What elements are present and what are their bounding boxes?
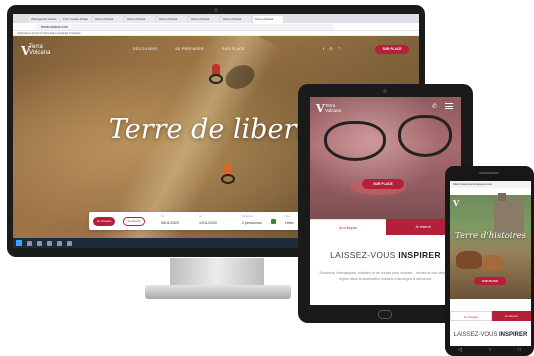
tab-reserve[interactable]: Je réserve — [491, 311, 531, 321]
sur-place-button[interactable]: SUR PLACE — [362, 179, 404, 189]
tablet-home-button[interactable] — [378, 310, 392, 319]
taskbar-app-icon[interactable] — [47, 240, 52, 246]
phone-hero: V Terre d'histoires SUR PLACE — [450, 193, 531, 299]
castle-shape — [494, 193, 524, 235]
tablet-logo-text: Terra Volcana — [325, 103, 341, 113]
inspire-button[interactable]: Je m'inspire — [93, 217, 115, 226]
instagram-icon[interactable]: ◎ — [329, 46, 333, 51]
field-value: 2 personnes — [242, 221, 262, 225]
tablet-hero: V Terra Volcana ✆ SUR PLACE — [310, 97, 461, 219]
site-logo[interactable]: V Terra Volcana — [21, 44, 61, 64]
phone-hero-title: Terre d'histoires — [455, 231, 526, 241]
tablet-screen: V Terra Volcana ✆ SUR PLACE Je m'inspire… — [310, 97, 461, 305]
tablet-camera — [383, 89, 387, 93]
logo-text: Volcana — [29, 50, 51, 56]
heading-bold: INSPIRER — [499, 332, 528, 338]
phone-screen: https://www.terravolcana.com V Terre d'h… — [450, 181, 531, 346]
field-label: Personnes — [242, 215, 254, 218]
section-heading: LAISSEZ-VOUS INSPIRER — [310, 250, 461, 260]
browser-tab[interactable]: Terra Volcana — [189, 16, 219, 23]
taskbar-app-icon[interactable] — [27, 240, 32, 246]
heading-light: LAISSEZ-VOUS — [453, 332, 499, 338]
back-icon[interactable]: ◁ — [458, 347, 462, 353]
field-label: Du — [161, 215, 165, 218]
browser-tab[interactable]: FUT Creatio Phala — [61, 16, 91, 23]
browser-address-bar: terravolcana.com — [13, 23, 419, 31]
home-icon[interactable]: ○ — [488, 347, 491, 353]
facebook-icon[interactable]: f — [323, 46, 324, 51]
tab-inspire[interactable]: Je m'inspire — [310, 219, 386, 235]
favorites-icon[interactable]: ♡ — [338, 46, 342, 51]
tablet-logo-mark[interactable]: V — [316, 102, 325, 115]
type-field[interactable]: Type Hôtel — [285, 215, 293, 225]
phone-nav-bar: ◁ ○ □ — [445, 347, 534, 353]
recents-icon[interactable]: □ — [518, 347, 521, 353]
browser-tab[interactable]: Terra Volcana — [221, 16, 251, 23]
nav-item-se-preparer[interactable]: SE PRÉPARER — [175, 47, 204, 51]
nav-item-sur-place[interactable]: SUR PLACE — [222, 47, 245, 51]
horse-shape — [482, 255, 504, 271]
phone-tabs: Je m'inspire Je réserve — [450, 311, 531, 321]
tablet-tabs: Je m'inspire Je réserve — [310, 219, 461, 235]
browser-tab-strip: Webagentur Saxos FUT Creatio Phala Terra… — [13, 14, 419, 23]
date-from-field[interactable]: Du 08/11/2020 — [161, 215, 179, 225]
reserve-button[interactable]: Je réserve — [123, 217, 145, 226]
glasses-shape — [398, 115, 452, 157]
glasses-shape — [324, 121, 386, 161]
section-paragraph: Sommets, thématiques, balades et de cont… — [319, 271, 452, 281]
horse-shape — [456, 251, 482, 269]
browser-tab[interactable]: Terra Volcana — [125, 16, 155, 23]
lodging-icon — [271, 219, 276, 224]
phone-section-heading: LAISSEZ-VOUS INSPIRER — [450, 332, 531, 338]
browser-tab[interactable]: Webagentur Saxos — [29, 16, 59, 23]
monitor-stand-base — [145, 285, 291, 299]
sur-place-button[interactable]: SUR PLACE — [375, 45, 409, 54]
logo-text: Volcana — [325, 108, 342, 113]
date-to-field[interactable]: Au 10/11/2020 — [199, 215, 217, 225]
phone-icon[interactable]: ✆ — [432, 103, 437, 110]
social-links: f ◎ ♡ — [323, 46, 341, 51]
nav-item-decouvrir[interactable]: DÉCOUVRIR — [133, 47, 157, 51]
main-nav: DÉCOUVRIR SE PRÉPARER SUR PLACE — [133, 47, 245, 51]
cyclist-figure — [209, 64, 223, 84]
tab-inspire[interactable]: Je m'inspire — [450, 311, 492, 321]
windows-start-icon[interactable] — [16, 240, 22, 246]
field-value: Hôtel — [285, 221, 294, 225]
heading-light: LAISSEZ-VOUS — [330, 250, 399, 260]
phone-url-bar[interactable]: https://www.terravolcana.com — [450, 181, 531, 188]
browser-tab[interactable]: Terra Volcana — [157, 16, 187, 23]
field-value: 10/11/2020 — [199, 221, 217, 225]
taskbar-app-icon[interactable] — [67, 240, 72, 246]
phone-device: https://www.terravolcana.com V Terre d'h… — [445, 166, 534, 356]
monitor-camera — [214, 8, 218, 12]
field-label: Type — [285, 215, 291, 218]
url-input[interactable]: terravolcana.com — [35, 24, 335, 30]
search-bar: Je m'inspire Je réserve Du 08/11/2020 Au… — [89, 212, 317, 230]
browser-tab-active[interactable]: Terra Volcana — [253, 16, 283, 23]
taskbar-app-icon[interactable] — [57, 240, 62, 246]
field-value: 08/11/2020 — [161, 221, 179, 225]
browser-tab[interactable]: Terra Volcana — [93, 16, 123, 23]
cyclist-figure — [221, 164, 235, 184]
phone-sur-place-button[interactable]: SUR PLACE — [474, 277, 506, 285]
device-mockup-scene: Webagentur Saxos FUT Creatio Phala Terra… — [0, 0, 534, 356]
phone-logo-mark[interactable]: V — [453, 198, 459, 208]
field-label: Au — [199, 215, 202, 218]
people-field[interactable]: Personnes 2 personnes — [242, 215, 262, 225]
monitor-stand-neck — [170, 258, 264, 288]
heading-bold: INSPIRER — [398, 250, 441, 260]
phone-speaker — [479, 172, 499, 174]
hamburger-menu-icon[interactable] — [445, 103, 453, 109]
taskbar-app-icon[interactable] — [37, 240, 42, 246]
